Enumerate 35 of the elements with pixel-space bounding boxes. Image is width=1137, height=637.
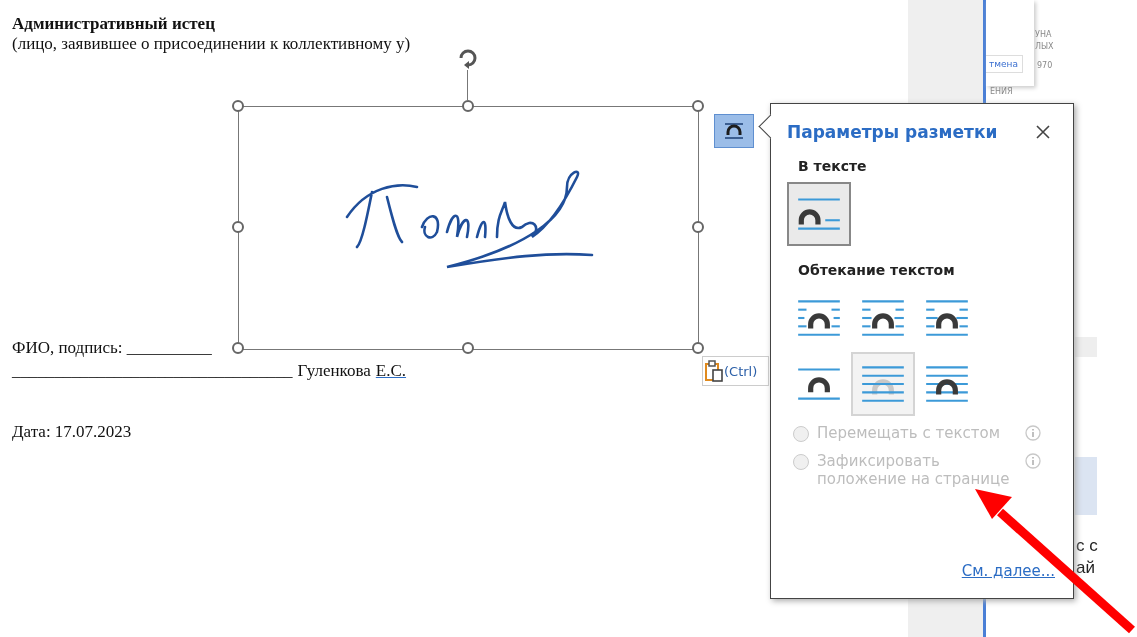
see-more-link[interactable]: См. далее... [961, 562, 1055, 580]
blank-line: _________________________________ [12, 360, 293, 382]
background-text: с с [1076, 536, 1098, 556]
panel-title: Параметры разметки [787, 122, 998, 142]
document-date: Дата: 17.07.2023 [12, 422, 132, 442]
resize-handle[interactable] [232, 100, 244, 112]
selected-image-frame[interactable] [238, 106, 699, 350]
cancel-button[interactable]: тмена [986, 55, 1023, 73]
section-title: В тексте [797, 158, 868, 174]
clipboard-icon [705, 360, 723, 382]
resize-handle[interactable] [232, 342, 244, 354]
signature-line-text: ФИО, подпись: __________ [12, 337, 212, 359]
layout-options-button[interactable] [714, 114, 754, 148]
resize-handle[interactable] [232, 221, 244, 233]
section-title: Обтекание текстом [797, 262, 956, 278]
paste-options-button[interactable]: (Ctrl) [702, 356, 769, 386]
background-text: 970 [1037, 61, 1053, 70]
wrap-option-button[interactable] [787, 182, 851, 246]
resize-handle[interactable] [462, 342, 474, 354]
background-text: ЕНИЯ [990, 87, 1013, 96]
background-text: ай [1076, 558, 1095, 578]
signer-initials: Е.С. [375, 360, 407, 382]
resize-handle[interactable] [692, 221, 704, 233]
resize-handle[interactable] [462, 100, 474, 112]
document-subheading: (лицо, заявившее о присоединении к коллективному у) [12, 34, 411, 54]
background-text: ЛЫХ [1035, 42, 1054, 51]
resize-handle[interactable] [692, 100, 704, 112]
close-icon[interactable] [1035, 124, 1051, 140]
layout-options-icon [722, 121, 746, 141]
document-heading: Административный истец [12, 14, 215, 34]
background-text: УНА [1035, 30, 1052, 39]
background-panel [1075, 457, 1097, 515]
signer-name: Гуленкова [297, 360, 371, 382]
background-bar [1075, 337, 1097, 357]
resize-handle[interactable] [692, 342, 704, 354]
